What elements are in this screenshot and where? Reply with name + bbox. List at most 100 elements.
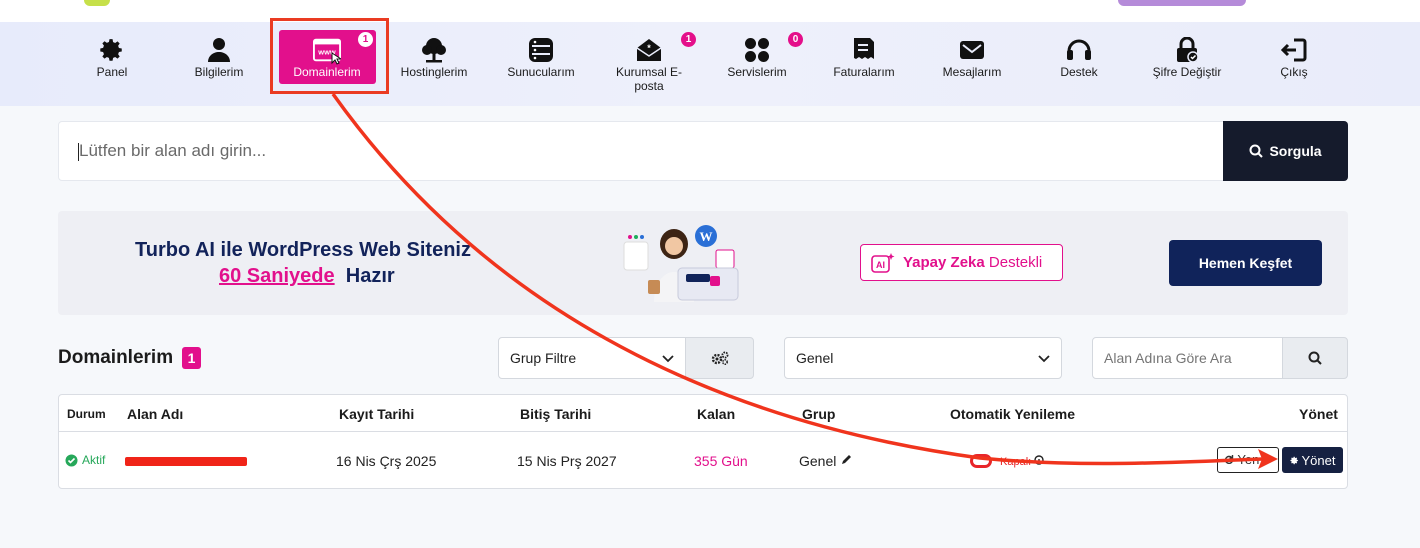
auto-renew-label: Kapalı [1000,455,1044,468]
nav-label: Servislerim [727,65,787,79]
col-auto-renew: Otomatik Yenileme [950,406,1076,422]
nav-label: Mesajlarım [942,65,1002,79]
nav-item-sifre-degistir[interactable]: Şifre Değiştir [1137,22,1237,106]
manage-label: Yönet [1301,452,1336,468]
nav-item-bilgilerim[interactable]: Bilgilerim [169,22,269,106]
ai-badge-rest: Destekli [988,254,1043,271]
gears-icon [711,351,728,365]
col-manage: Yönet [1299,406,1338,422]
chevron-down-icon [662,355,674,363]
banner-illustration: W [618,222,744,304]
query-button[interactable]: Sorgula [1223,121,1348,181]
nav-badge: 1 [681,32,696,47]
nav-label: Kurumsal E-posta [615,65,683,93]
domain-search-box [58,121,1348,181]
group-cell[interactable]: Genel [799,453,853,469]
server-icon [527,36,555,64]
nav-item-kurumsal-eposta[interactable]: * Kurumsal E-posta 1 [599,22,699,106]
nav-item-hostinglerim[interactable]: Hostinglerim [384,22,484,106]
renew-label: Yen [1237,452,1260,467]
tree-icon [420,36,448,64]
envelope-icon [958,36,986,64]
svg-text:AI: AI [876,260,885,270]
status-badge: Aktif [65,453,105,467]
page-title: Domainlerim [58,347,174,368]
group-select-value: Genel [796,350,834,366]
nav-item-sunucularim[interactable]: Sunucularım [491,22,591,106]
nav-label: Çıkış [1280,65,1308,79]
nav-item-destek[interactable]: Destek [1029,22,1129,106]
top-header [0,0,1420,22]
group-filter-value: Grup Filtre [510,350,577,366]
nav-label: Hostinglerim [400,65,468,79]
nav-label: Bilgilerim [194,65,244,79]
col-group: Grup [802,406,836,422]
auto-renew-value: Kapalı [1000,456,1032,468]
redaction-mark [125,457,247,466]
expiry-date: 15 Nis Prş 2027 [517,453,617,469]
domain-count-badge: 1 [182,347,201,369]
nav-label: Faturalarım [833,65,895,79]
explore-button[interactable]: Hemen Keşfet [1169,240,1322,286]
logo [84,0,110,6]
domain-filter-input[interactable] [1092,337,1283,379]
status-label: Aktif [82,453,106,467]
chevron-down-icon [1038,355,1050,363]
pencil-icon[interactable] [840,453,853,466]
ai-sparkle-icon: AI [871,252,895,273]
group-select[interactable]: Genel [784,337,1062,379]
svg-text:*: * [647,43,651,53]
col-remaining: Kalan [697,406,736,422]
auto-renew-toggle[interactable] [970,454,992,468]
query-button-label: Sorgula [1269,143,1322,159]
nav-item-faturalarim[interactable]: Faturalarım [814,22,914,106]
table-header: Durum Alan Adı Kayıt Tarihi Bitiş Tarihi… [59,395,1347,432]
renew-button[interactable]: Yen [1217,447,1279,473]
group-value: Genel [799,453,837,469]
user-icon [205,36,233,64]
col-registered: Kayıt Tarihi [339,406,415,422]
headset-icon [1065,36,1093,64]
info-icon [1034,455,1044,465]
col-expires: Bitiş Tarihi [520,406,592,422]
nav-item-servislerim[interactable]: Servislerim 0 [707,22,807,106]
remaining-days: 355 Gün [694,453,748,469]
nav-item-cikis[interactable]: Çıkış [1244,22,1344,106]
annotation-highlight-box [270,18,389,94]
col-domain: Alan Adı [127,406,184,422]
envelope-open-icon: * [635,36,663,64]
banner-title: Turbo AI ile WordPress Web Siteniz [135,239,471,261]
banner-highlight: 60 Saniyede [219,265,335,287]
refresh-icon [1224,455,1234,465]
banner-rest: Hazır [345,265,395,287]
nav-item-panel[interactable]: Panel [62,22,162,106]
group-filter-select[interactable]: Grup Filtre [498,337,686,379]
nav-label: Destek [1060,65,1098,79]
gear-icon [98,36,126,64]
ai-badge-bold: Yapay Zeka [903,254,985,271]
logout-icon [1280,36,1308,64]
domain-filter-button[interactable] [1282,337,1348,379]
nav-label: Sunucularım [507,65,575,79]
grid-icon [743,36,771,64]
domain-search-input[interactable] [79,122,1219,180]
nav-item-mesajlarim[interactable]: Mesajlarım [922,22,1022,106]
svg-text:W: W [700,229,713,244]
col-status: Durum [67,407,106,421]
group-settings-button[interactable] [685,337,754,379]
nav-badge: 0 [788,32,803,47]
invoice-icon [850,36,878,64]
gear-icon [1289,456,1298,464]
top-header-button[interactable] [1118,0,1246,6]
lock-icon [1173,36,1201,64]
check-circle-icon [65,454,78,466]
manage-button[interactable]: Yönet [1282,447,1343,473]
search-icon [1308,351,1322,365]
registered-date: 16 Nis Çrş 2025 [336,453,437,469]
domains-table: Durum Alan Adı Kayıt Tarihi Bitiş Tarihi… [58,394,1348,489]
nav-label: Panel [96,65,128,79]
nav-label: Şifre Değiştir [1152,65,1222,79]
banner-subtitle: 60 Saniyede Hazır [219,265,395,288]
ai-powered-badge: AI Yapay Zeka Destekli [860,244,1063,281]
search-icon [1249,144,1264,158]
